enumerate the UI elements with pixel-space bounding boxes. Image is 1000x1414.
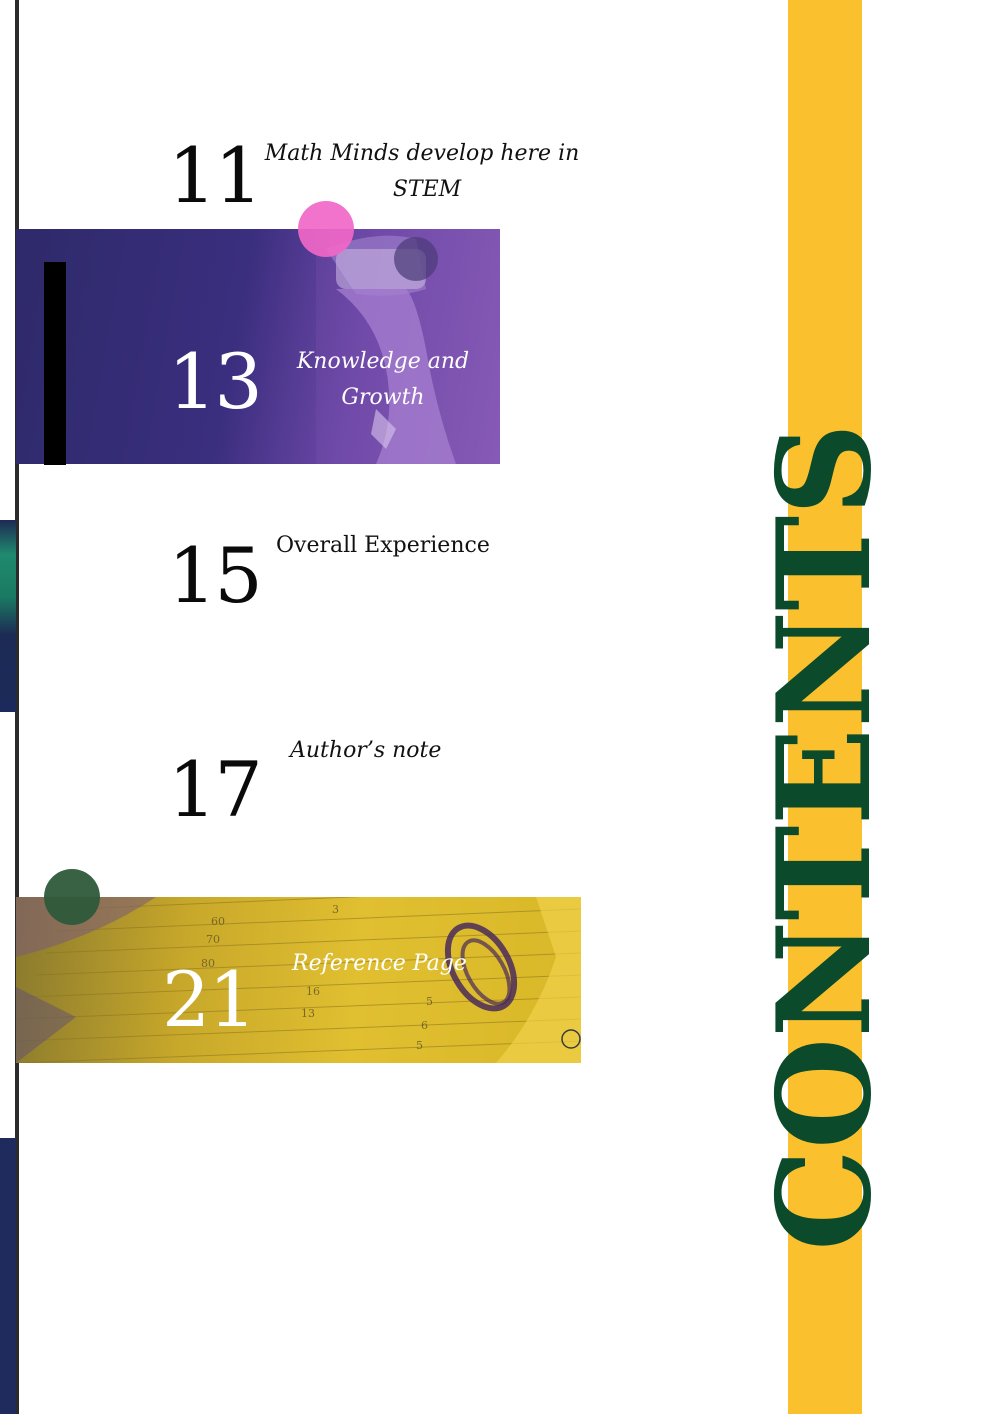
entry-11-title-line2: STEM: [392, 177, 462, 202]
entry-13-page-number: 13: [168, 337, 263, 426]
entry-21-title: Reference Page: [292, 951, 467, 976]
notebook-mark: 13: [301, 1007, 315, 1020]
entry-17-page-number: 17: [168, 745, 263, 834]
entry-15-title: Overall Experience: [276, 533, 490, 558]
entry-15-page-number: 15: [168, 531, 263, 620]
entry-11-title: Math Minds develop here in STEM: [262, 136, 582, 208]
entry-21-page-number: 21: [162, 955, 257, 1044]
notebook-mark: 3: [332, 903, 339, 916]
notebook-mark: 6: [421, 1019, 428, 1032]
black-accent-bar: [44, 262, 66, 465]
entry-13-title: Knowledge and Growth: [288, 344, 478, 416]
pink-circle-accent: [298, 201, 354, 257]
entry-17-title: Author’s note: [290, 738, 442, 763]
left-edge-accent-top: [0, 520, 16, 712]
page-title: CONTENTS: [750, 423, 900, 1251]
notebook-mark: 60: [211, 915, 225, 928]
entry-11-title-line1: Math Minds develop here in: [264, 141, 580, 166]
green-circle-accent: [44, 869, 100, 925]
entry-11-page-number: 11: [168, 131, 263, 220]
notebook-mark: 5: [426, 995, 433, 1008]
notebook-mark: 5: [416, 1039, 423, 1052]
notebook-mark: 70: [206, 933, 220, 946]
entry-13-title-line2: Growth: [341, 385, 425, 410]
entry-13-title-line1: Knowledge and: [296, 349, 470, 374]
left-edge-accent-bottom: [0, 1138, 16, 1414]
notebook-mark: 16: [306, 985, 320, 998]
